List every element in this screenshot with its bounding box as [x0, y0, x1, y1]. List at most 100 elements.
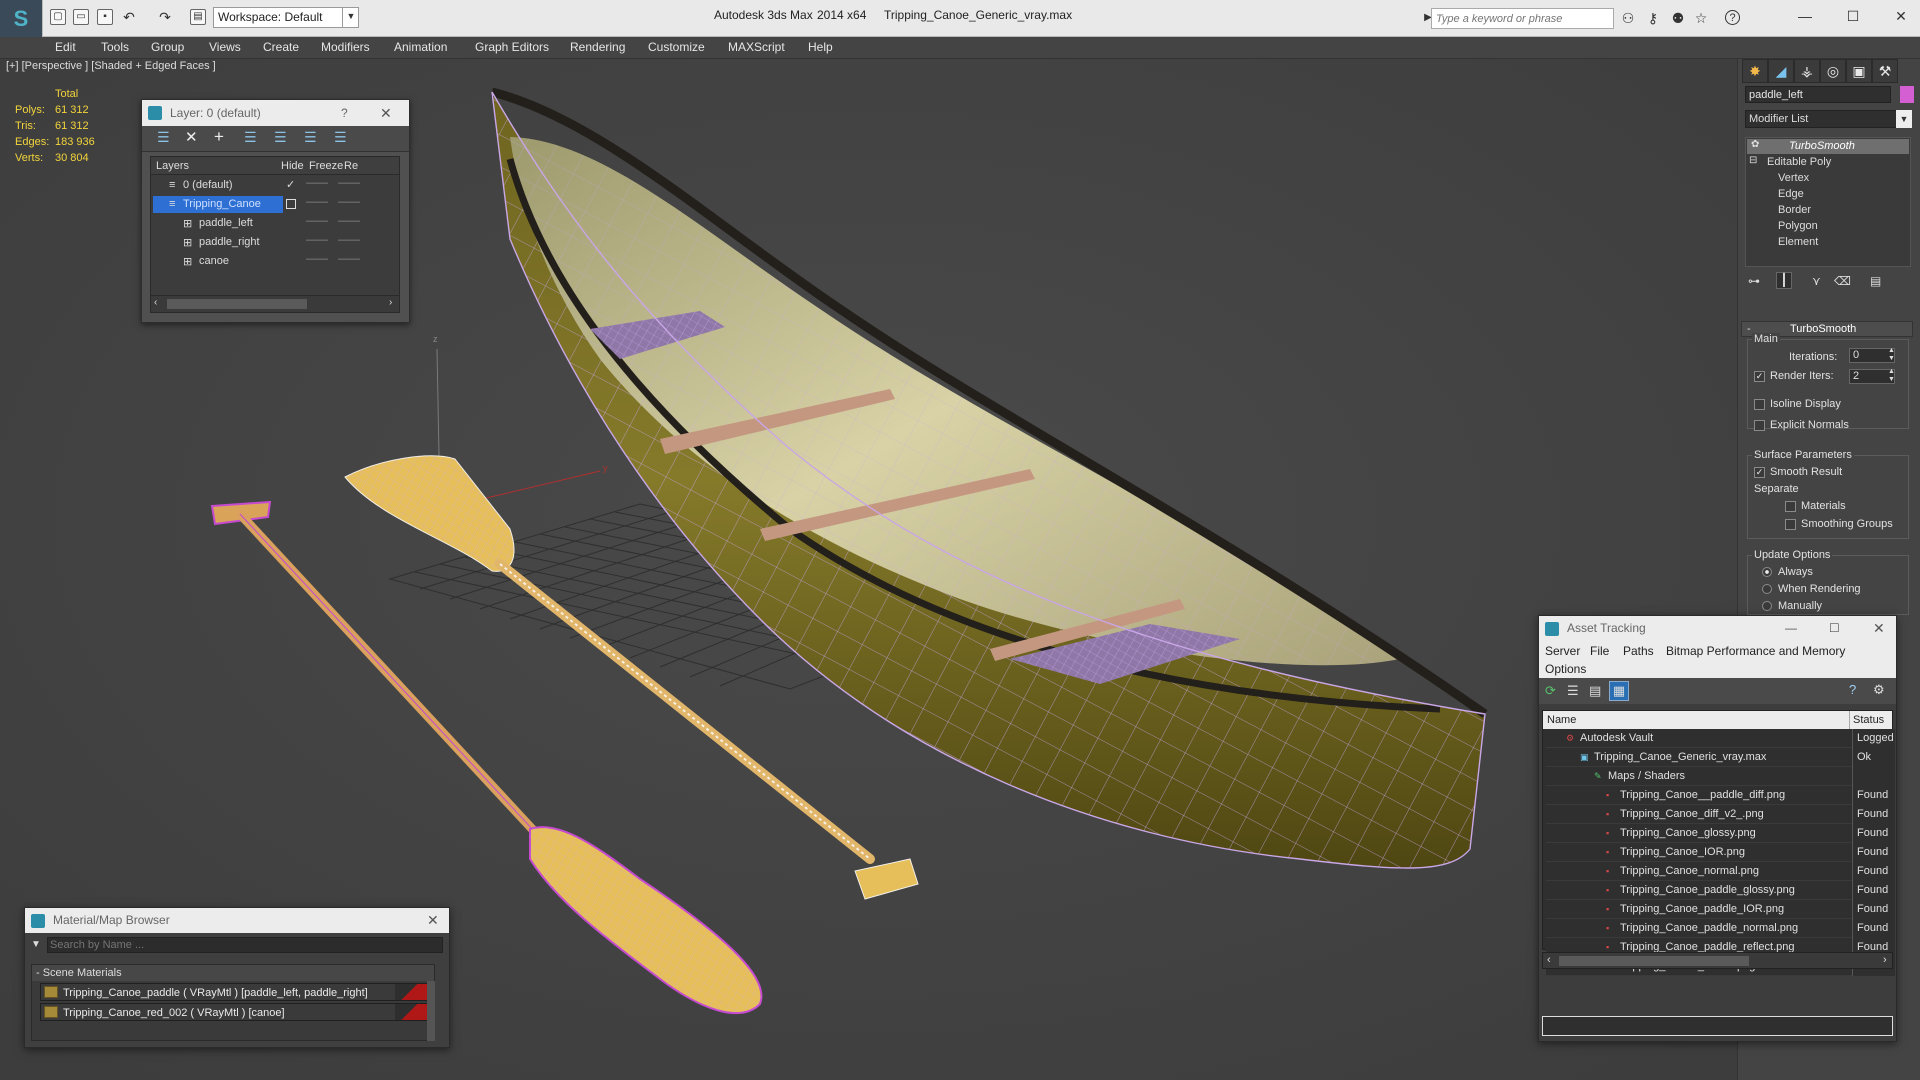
column-freeze[interactable]: Freeze	[309, 160, 343, 172]
list-view-icon[interactable]: ☰	[1567, 683, 1579, 699]
menu-edit[interactable]: Edit	[55, 40, 76, 54]
menu-customize[interactable]: Customize	[648, 40, 705, 54]
manually-radio[interactable]	[1762, 601, 1772, 611]
menu-views[interactable]: Views	[209, 40, 241, 54]
menu-graph-editors[interactable]: Graph Editors	[475, 40, 549, 54]
close-icon[interactable]: ✕	[427, 908, 439, 933]
menu-server[interactable]: Server	[1545, 644, 1580, 658]
remove-modifier-icon[interactable]: ⌫	[1834, 274, 1851, 288]
scroll-right-icon[interactable]: ›	[1883, 954, 1887, 966]
asset-row[interactable]: ▪ Tripping_Canoe_paddle_normal.png Found	[1546, 919, 1895, 938]
close-icon[interactable]: ✕	[380, 100, 392, 126]
open-file-icon[interactable]: ▭	[73, 9, 89, 25]
minimize-icon[interactable]: —	[1785, 616, 1797, 641]
menu-maxscript[interactable]: MAXScript	[728, 40, 785, 54]
material-item[interactable]: Tripping_Canoe_red_002 ( VRayMtl ) [cano…	[40, 1003, 430, 1021]
hide-all-icon[interactable]: ☰	[304, 129, 317, 146]
explicit-normals-checkbox[interactable]	[1754, 420, 1765, 431]
scroll-left-icon[interactable]: ‹	[1547, 954, 1551, 966]
asset-row[interactable]: ▪ Tripping_Canoe_glossy.png Found	[1546, 824, 1895, 843]
maximize-icon[interactable]: ☐	[1829, 616, 1840, 641]
options-arrow-icon[interactable]: ▼	[31, 939, 41, 950]
create-tab-icon[interactable]: ✸	[1742, 59, 1768, 83]
material-browser-titlebar[interactable]: Material/Map Browser ✕	[25, 908, 449, 933]
binoculars-icon[interactable]: ⚇	[1620, 10, 1636, 26]
make-unique-icon[interactable]: ⋎	[1812, 274, 1821, 288]
maximize-icon[interactable]: ☐	[1838, 6, 1868, 26]
material-search-input[interactable]	[47, 937, 443, 953]
asset-row[interactable]: ▣ Tripping_Canoe_Generic_vray.max Ok	[1546, 748, 1895, 767]
stack-item-edge[interactable]: Edge	[1778, 188, 1804, 200]
when-rendering-radio[interactable]	[1762, 584, 1772, 594]
hierarchy-tab-icon[interactable]: ⚶	[1794, 59, 1820, 83]
help-icon[interactable]: ?	[1849, 682, 1856, 697]
vertical-scrollbar[interactable]	[427, 981, 435, 1041]
asset-row[interactable]: ▪ Tripping_Canoe_IOR.png Found	[1546, 843, 1895, 862]
scene-materials-group[interactable]: - Scene Materials	[32, 965, 434, 981]
chevron-down-icon[interactable]: ▼	[1896, 110, 1912, 128]
column-name[interactable]: Name	[1547, 714, 1576, 726]
object-color-swatch[interactable]	[1900, 86, 1914, 103]
motion-tab-icon[interactable]: ◎	[1820, 59, 1846, 83]
scroll-left-icon[interactable]: ‹	[154, 297, 157, 308]
search-input[interactable]	[1431, 8, 1614, 29]
collapse-icon[interactable]: ⊟	[1749, 155, 1757, 166]
scroll-thumb[interactable]	[167, 299, 307, 309]
stack-item-editable-poly[interactable]: Editable Poly	[1767, 156, 1831, 168]
render-iters-checkbox[interactable]: ✓	[1754, 371, 1765, 382]
display-tab-icon[interactable]: ▣	[1846, 59, 1872, 83]
spinner-arrows-icon[interactable]: ▲ ▼	[1888, 347, 1895, 363]
asset-row[interactable]: ▪ Tripping_Canoe_diff_v2_.png Found	[1546, 805, 1895, 824]
material-item[interactable]: Tripping_Canoe_paddle ( VRayMtl ) [paddl…	[40, 983, 430, 1001]
highlight-layer-icon[interactable]: ☰	[274, 129, 287, 146]
freeze-all-icon[interactable]: ☰	[334, 129, 347, 146]
undo-icon[interactable]: ↶	[121, 9, 137, 25]
help-icon[interactable]: ?	[1725, 10, 1740, 25]
configure-sets-icon[interactable]: ▤	[1870, 274, 1881, 288]
asset-row[interactable]: ▪ Tripping_Canoe__paddle_diff.png Found	[1546, 786, 1895, 805]
pin-stack-icon[interactable]: ⊶	[1748, 274, 1760, 288]
minimize-icon[interactable]: —	[1790, 6, 1820, 26]
scroll-thumb[interactable]	[1559, 956, 1749, 966]
stack-item-polygon[interactable]: Polygon	[1778, 220, 1818, 232]
key-icon[interactable]: ⚷	[1645, 10, 1661, 26]
people-icon[interactable]: ⚉	[1670, 10, 1686, 26]
column-hide[interactable]: Hide	[281, 160, 304, 172]
app-logo-icon[interactable]: S	[0, 0, 42, 37]
chevron-down-icon[interactable]: ▼	[342, 7, 359, 28]
table-view-icon[interactable]: ▦	[1609, 681, 1629, 701]
refresh-icon[interactable]: ⟳	[1545, 683, 1556, 699]
asset-row[interactable]: ▪ Tripping_Canoe_paddle_IOR.png Found	[1546, 900, 1895, 919]
menu-create[interactable]: Create	[263, 40, 299, 54]
show-end-result-icon[interactable]: ┃	[1776, 272, 1792, 289]
menu-group[interactable]: Group	[151, 40, 184, 54]
settings-icon[interactable]: ⚙	[1873, 682, 1885, 698]
column-status[interactable]: Status	[1853, 714, 1884, 726]
stack-item-vertex[interactable]: Vertex	[1778, 172, 1809, 184]
layer-row[interactable]: ⊞ paddle_right —— ——	[151, 233, 399, 252]
smoothing-groups-checkbox[interactable]	[1785, 519, 1796, 530]
materials-checkbox[interactable]	[1785, 501, 1796, 512]
new-file-icon[interactable]: ▢	[50, 9, 66, 25]
asset-row[interactable]: ✎ Maps / Shaders	[1546, 767, 1895, 786]
layer-row[interactable]: ⊞ canoe —— ——	[151, 252, 399, 271]
modifier-list-dropdown[interactable]: Modifier List	[1745, 110, 1907, 128]
asset-horizontal-scrollbar[interactable]: ‹ ›	[1542, 952, 1893, 969]
column-render[interactable]: Re	[344, 160, 358, 172]
menu-help[interactable]: Help	[808, 40, 833, 54]
asset-row[interactable]: ▪ Tripping_Canoe_normal.png Found	[1546, 862, 1895, 881]
layer-row[interactable]: ≡ Tripping_Canoe —— ——	[151, 195, 399, 214]
layer-row[interactable]: ≡ 0 (default) ✓ —— ——	[151, 176, 399, 195]
object-name-field[interactable]	[1745, 86, 1891, 103]
stack-item-border[interactable]: Border	[1778, 204, 1811, 216]
help-button[interactable]: ?	[341, 100, 348, 126]
star-icon[interactable]: ☆	[1693, 10, 1709, 26]
tree-view-icon[interactable]: ▤	[1589, 683, 1601, 699]
viewport-label[interactable]: [+] [Perspective ] [Shaded + Edged Faces…	[6, 60, 216, 72]
select-objects-icon[interactable]: ☰	[244, 129, 257, 146]
add-to-layer-icon[interactable]: +	[214, 127, 224, 147]
asset-row[interactable]: ▪ Tripping_Canoe_paddle_glossy.png Found	[1546, 881, 1895, 900]
utilities-tab-icon[interactable]: ⚒	[1872, 59, 1898, 83]
isoline-checkbox[interactable]	[1754, 399, 1765, 410]
project-folder-icon[interactable]: ▤	[190, 9, 206, 25]
